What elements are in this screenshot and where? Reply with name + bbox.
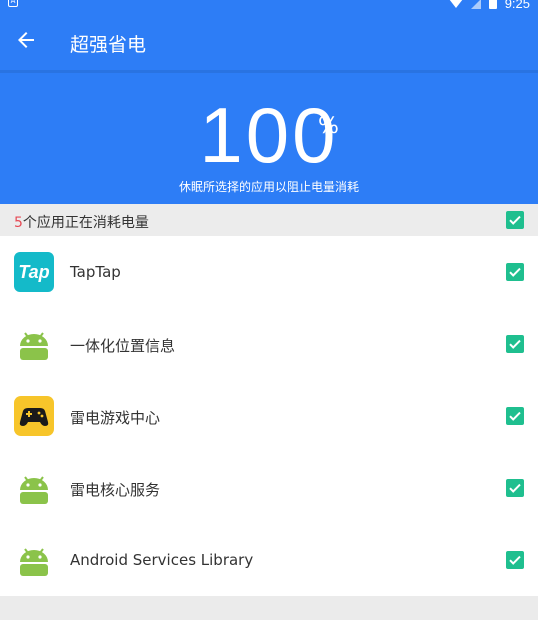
status-icons: 9:25 [448,0,530,11]
percent-sign: % [318,114,339,139]
app-checkbox[interactable] [506,551,524,569]
app-name: Android Services Library [70,551,254,569]
status-bar: A 9:25 [0,0,538,12]
notification-icon: A [8,0,18,7]
android-icon [14,540,54,580]
app-row-core-service[interactable]: 雷电核心服务 [0,452,538,524]
app-name: 一体化位置信息 [70,337,176,355]
app-name: 雷电游戏中心 [70,409,161,427]
app-row-location[interactable]: 一体化位置信息 [0,308,538,380]
android-icon [14,468,54,508]
app-bar: 超强省电 [0,12,538,70]
power-hero-panel: 100 % 休眠所选择的应用以阻止电量消耗 [0,70,538,204]
app-checkbox[interactable] [506,407,524,425]
signal-icon [470,0,481,9]
bottom-area [0,596,538,620]
battery-icon [488,0,497,9]
app-count: 5 [14,215,23,231]
section-header: 5个应用正在消耗电量 [0,204,538,236]
taptap-icon: Tap [14,252,54,292]
app-checkbox[interactable] [506,479,524,497]
android-icon [14,324,54,364]
page-title: 超强省电 [70,34,147,56]
select-all-checkbox[interactable] [506,211,524,229]
app-row-services-library[interactable]: Android Services Library [0,524,538,596]
percent-display: 100 % [0,96,538,174]
app-checkbox[interactable] [506,335,524,353]
gamepad-icon [14,396,54,436]
app-row-game-center[interactable]: 雷电游戏中心 [0,380,538,452]
section-label: 5个应用正在消耗电量 [14,212,149,232]
app-name: TapTap [70,263,121,281]
app-checkbox[interactable] [506,263,524,281]
section-label-text: 个应用正在消耗电量 [22,215,149,231]
app-name: 雷电核心服务 [70,481,161,499]
clock: 9:25 [504,0,530,11]
back-arrow-icon[interactable] [14,28,38,52]
app-row-taptap[interactable]: Tap TapTap [0,236,538,308]
hero-subtitle: 休眠所选择的应用以阻止电量消耗 [178,180,359,194]
wifi-icon [448,0,463,8]
